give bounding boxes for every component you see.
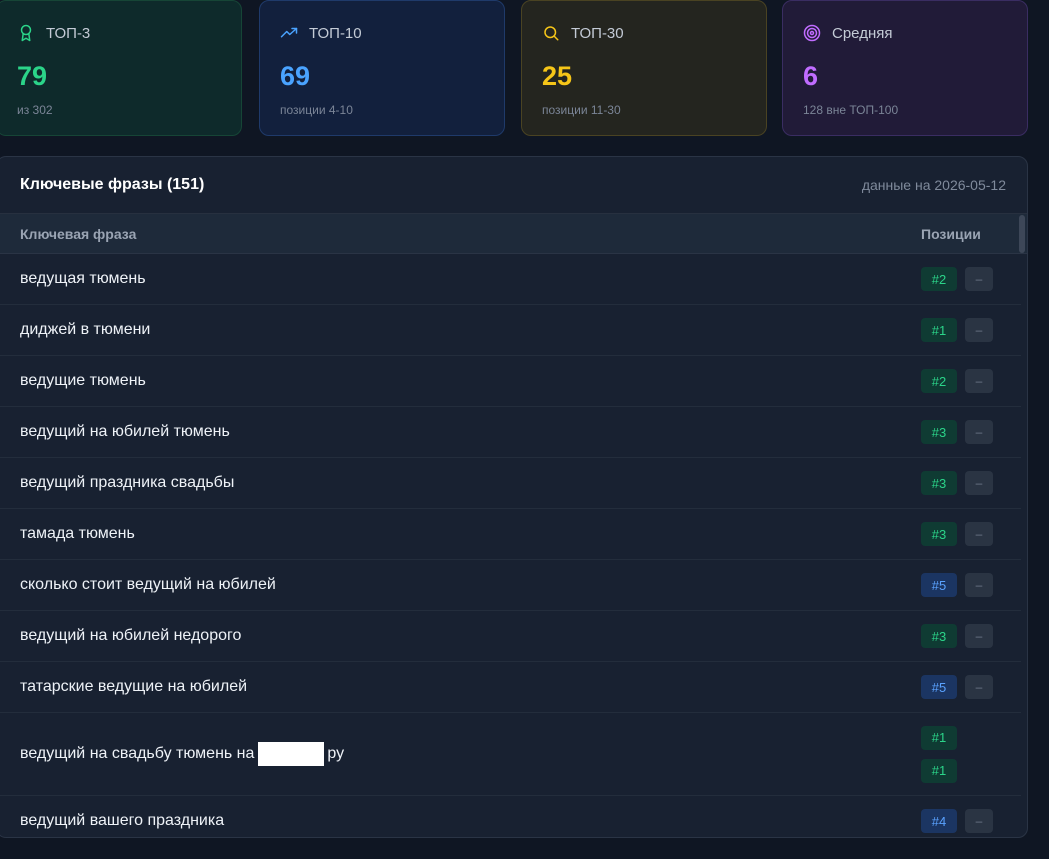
stat-sub: 128 вне ТОП-100 xyxy=(803,103,899,117)
empty-position-badge: – xyxy=(965,318,993,342)
keyword-text: ведущий на юбилей тюмень xyxy=(20,423,230,440)
stat-sub: позиции 11-30 xyxy=(542,103,621,117)
positions-cell: #3 – xyxy=(921,420,993,444)
table-row: тамада тюмень #3 – xyxy=(0,509,1021,560)
empty-position-badge: – xyxy=(965,267,993,291)
position-badge: #5 xyxy=(921,675,957,699)
empty-position-badge: – xyxy=(965,471,993,495)
table-row: диджей в тюмени #1 – xyxy=(0,305,1021,356)
positions-cell: #3 – xyxy=(921,471,993,495)
keyword-text: татарские ведущие на юбилей xyxy=(20,678,248,695)
positions-cell: #5 – xyxy=(921,675,993,699)
keyword-text: сколько стоит ведущий на юбилей xyxy=(20,576,276,593)
table-row: ведущий на свадьбу тюмень на ру #1 #1 xyxy=(0,713,1021,796)
stat-card-top30: ТОП-30 25 позиции 11-30 xyxy=(521,0,767,136)
stat-card-top3: ТОП-3 79 из 302 xyxy=(0,0,242,136)
stat-value: 25 xyxy=(542,61,573,91)
keyword-text-end: ру xyxy=(327,745,345,762)
position-badge: #1 xyxy=(921,758,957,783)
position-badge: #2 xyxy=(921,369,957,393)
redacted-block xyxy=(258,742,325,766)
stats-cards: ТОП-3 79 из 302 ТОП-10 69 позиции 4-10 Т… xyxy=(0,0,1049,136)
stat-label: ТОП-30 xyxy=(571,24,624,42)
keyword-text: диджей в тюмени xyxy=(20,321,151,338)
target-icon xyxy=(803,24,821,42)
positions-cell: #4 – xyxy=(921,809,993,833)
stat-value: 79 xyxy=(17,61,48,91)
position-badge: #3 xyxy=(921,624,957,648)
search-icon xyxy=(544,26,559,41)
table-row: ведущий вашего праздника #4 – xyxy=(0,796,1021,837)
award-icon xyxy=(20,24,32,42)
keyword-text: ведущий вашего праздника xyxy=(20,812,225,829)
keywords-panel: Ключевые фразы (151) данные на 2026-05-1… xyxy=(0,156,1028,838)
empty-position-badge: – xyxy=(965,809,993,833)
keyword-text: ведущий праздника свадьбы xyxy=(20,474,235,491)
stat-card-top10: ТОП-10 69 позиции 4-10 xyxy=(259,0,505,136)
keyword-text: ведущие тюмень xyxy=(20,372,146,389)
scrollbar-thumb[interactable] xyxy=(1019,215,1025,253)
positions-cell: #2 – xyxy=(921,267,993,291)
empty-position-badge: – xyxy=(965,624,993,648)
stat-card-average: Средняя 6 128 вне ТОП-100 xyxy=(782,0,1028,136)
positions-cell: #5 – xyxy=(921,573,993,597)
stat-value: 6 xyxy=(803,61,819,91)
panel-title: Ключевые фразы (151) xyxy=(20,176,205,193)
column-header-keyword: Ключевая фраза xyxy=(20,225,137,242)
position-badge: #1 xyxy=(921,725,957,750)
table-header: Ключевая фраза Позиции xyxy=(0,214,1027,254)
position-badge: #3 xyxy=(921,471,957,495)
empty-position-badge: – xyxy=(965,573,993,597)
data-date: данные на 2026-05-12 xyxy=(861,177,1006,193)
stat-sub: позиции 4-10 xyxy=(280,103,353,117)
stat-sub: из 302 xyxy=(17,103,53,117)
table-row: ведущие тюмень #2 – xyxy=(0,356,1021,407)
position-badge: #3 xyxy=(921,522,957,546)
positions-cell: #1 #1 xyxy=(921,725,957,783)
trending-up-icon xyxy=(280,27,298,38)
table-row: ведущий праздника свадьбы #3 – xyxy=(0,458,1021,509)
table-row: сколько стоит ведущий на юбилей #5 – xyxy=(0,560,1021,611)
panel-header: Ключевые фразы (151) данные на 2026-05-1… xyxy=(0,157,1027,214)
table-row: ведущая тюмень #2 – xyxy=(0,254,1021,305)
position-badge: #2 xyxy=(921,267,957,291)
position-badge: #5 xyxy=(921,573,957,597)
stat-label: Средняя xyxy=(832,24,893,42)
positions-cell: #3 – xyxy=(921,624,993,648)
positions-cell: #2 – xyxy=(921,369,993,393)
keyword-text-start: ведущий на свадьбу тюмень на xyxy=(20,745,255,762)
position-badge: #4 xyxy=(921,809,957,833)
stat-value: 69 xyxy=(280,61,311,91)
column-header-positions: Позиции xyxy=(921,225,981,242)
stat-label: ТОП-10 xyxy=(309,24,362,42)
keyword-text: ведущий на юбилей недорого xyxy=(20,627,242,644)
positions-cell: #3 – xyxy=(921,522,993,546)
keyword-text: тамада тюмень xyxy=(20,525,135,542)
empty-position-badge: – xyxy=(965,369,993,393)
table-row: татарские ведущие на юбилей #5 – xyxy=(0,662,1021,713)
table-row: ведущий на юбилей тюмень #3 – xyxy=(0,407,1021,458)
empty-position-badge: – xyxy=(965,522,993,546)
keyword-text: ведущий на свадьбу тюмень на ру xyxy=(20,742,344,766)
stat-label: ТОП-3 xyxy=(46,24,91,42)
empty-position-badge: – xyxy=(965,675,993,699)
positions-cell: #1 – xyxy=(921,318,993,342)
position-badge: #3 xyxy=(921,420,957,444)
position-badge: #1 xyxy=(921,318,957,342)
keyword-text: ведущая тюмень xyxy=(20,270,146,287)
table-row: ведущий на юбилей недорого #3 – xyxy=(0,611,1021,662)
empty-position-badge: – xyxy=(965,420,993,444)
